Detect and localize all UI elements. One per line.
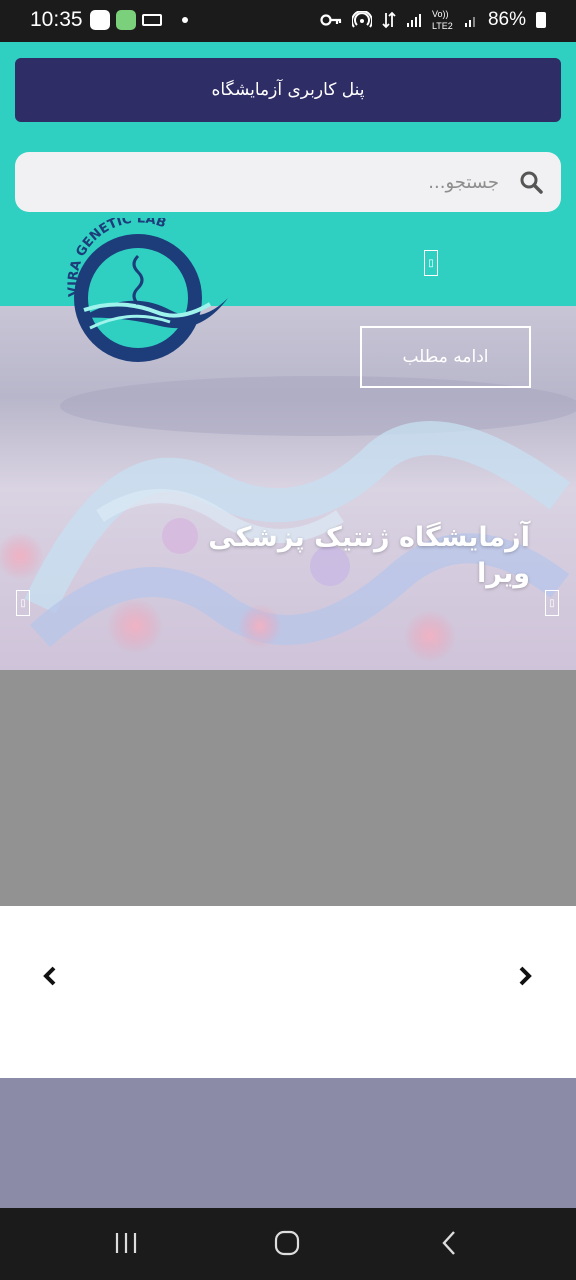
data-transfer-icon bbox=[382, 11, 396, 29]
status-right: Vo)) LTE2 86% bbox=[320, 8, 546, 32]
user-panel-button[interactable]: پنل کاربری آزمایشگاه bbox=[15, 58, 561, 122]
notification-icons bbox=[90, 10, 188, 30]
status-bar: 10:35 Vo)) LTE2 86% bbox=[0, 0, 576, 42]
chevron-right-icon[interactable] bbox=[515, 964, 535, 988]
slider-prev-icon[interactable]: ▯ bbox=[16, 590, 30, 616]
status-time: 10:35 bbox=[30, 8, 83, 31]
battery-percent: 86% bbox=[487, 9, 526, 30]
read-more-button[interactable]: ادامه مطلب bbox=[360, 326, 531, 388]
vpn-key-icon bbox=[320, 14, 342, 26]
network-type: Vo)) LTE2 bbox=[431, 9, 453, 31]
slider-next-icon[interactable]: ▯ bbox=[545, 590, 559, 616]
app-notification-icon bbox=[90, 10, 110, 30]
chevron-left-icon[interactable] bbox=[40, 964, 60, 988]
battery-icon bbox=[536, 12, 546, 28]
app-notification-icon bbox=[116, 10, 136, 30]
search-icon[interactable] bbox=[519, 170, 543, 194]
content-placeholder bbox=[0, 670, 576, 906]
footer-section bbox=[0, 1078, 576, 1208]
home-icon[interactable] bbox=[274, 1230, 300, 1256]
site-logo[interactable]: VIRA GENETIC LAB bbox=[60, 218, 230, 363]
search-input[interactable] bbox=[99, 162, 499, 202]
search-bar bbox=[15, 152, 561, 212]
signal-icon bbox=[464, 17, 475, 27]
card-icon bbox=[142, 14, 162, 26]
recents-icon[interactable] bbox=[114, 1230, 138, 1256]
hero-title: آزمایشگاه ژنتیک پزشکی ویرا bbox=[208, 522, 530, 589]
menu-icon[interactable]: ▯ bbox=[424, 250, 438, 276]
carousel bbox=[0, 906, 576, 1078]
hotspot-icon bbox=[351, 11, 372, 28]
back-icon[interactable] bbox=[440, 1230, 458, 1256]
system-navigation-bar bbox=[0, 1208, 576, 1280]
signal-icon bbox=[406, 14, 421, 27]
more-notifications-icon bbox=[182, 17, 188, 23]
